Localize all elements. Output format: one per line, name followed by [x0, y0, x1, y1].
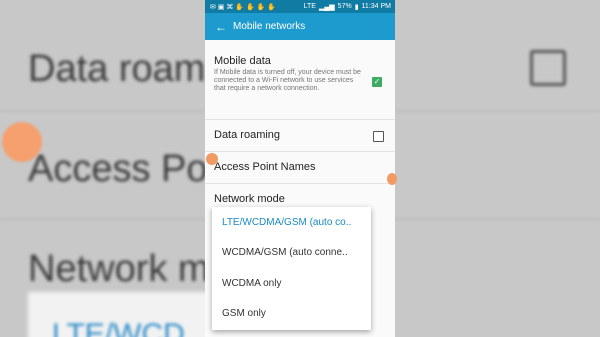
- network-mode-label[interactable]: Network mode: [214, 193, 285, 205]
- battery-icon: ▮: [354, 3, 359, 11]
- page-title: Mobile networks: [233, 21, 306, 32]
- network-type: LTE: [303, 3, 316, 10]
- mobile-data-checkbox[interactable]: ✓: [372, 77, 382, 87]
- mobile-data-label[interactable]: Mobile data: [214, 55, 271, 67]
- divider: [205, 183, 395, 184]
- option-gsm-only[interactable]: GSM only: [212, 299, 371, 330]
- divider: [205, 119, 395, 120]
- data-roaming-label[interactable]: Data roaming: [214, 129, 280, 141]
- app-bar: ← Mobile networks: [205, 13, 395, 40]
- background-shade-right: [395, 0, 600, 337]
- background-access-point-text: Access Poi: [28, 148, 216, 190]
- background-camera-icon: [2, 122, 42, 162]
- clock: 11:34 PM: [361, 3, 391, 10]
- option-wcdma-gsm[interactable]: WCDMA/GSM (auto conne..: [212, 238, 371, 269]
- status-bar: ✉ ▣ ⌘ ✋ ✋ ✋ ✋ LTE ▂▄▆ 57% ▮ 11:34 PM: [205, 0, 395, 13]
- background-option-text: LTE/WCD: [52, 318, 185, 337]
- signal-icon: ▂▄▆: [318, 3, 335, 11]
- network-mode-dropdown: LTE/WCDMA/GSM (auto co.. WCDMA/GSM (auto…: [212, 207, 371, 330]
- background-network-mode-text: Network m: [28, 248, 210, 290]
- floating-handle-icon[interactable]: [387, 173, 397, 185]
- data-roaming-checkbox[interactable]: [373, 131, 384, 142]
- floating-shortcut-icon[interactable]: [206, 153, 218, 165]
- back-arrow-icon[interactable]: ←: [205, 20, 233, 34]
- access-point-names-item[interactable]: Access Point Names: [214, 161, 315, 173]
- divider: [205, 151, 395, 152]
- battery-level: 57%: [337, 3, 352, 10]
- option-wcdma-only[interactable]: WCDMA only: [212, 268, 371, 299]
- option-lte-wcdma-gsm[interactable]: LTE/WCDMA/GSM (auto co..: [212, 207, 371, 238]
- notification-icons: ✉ ▣ ⌘ ✋ ✋ ✋ ✋: [210, 3, 277, 11]
- mobile-data-description: If Mobile data is turned off, your devic…: [214, 69, 361, 92]
- background-checkbox: [530, 50, 566, 86]
- background-data-roaming-text: Data roami: [28, 48, 214, 90]
